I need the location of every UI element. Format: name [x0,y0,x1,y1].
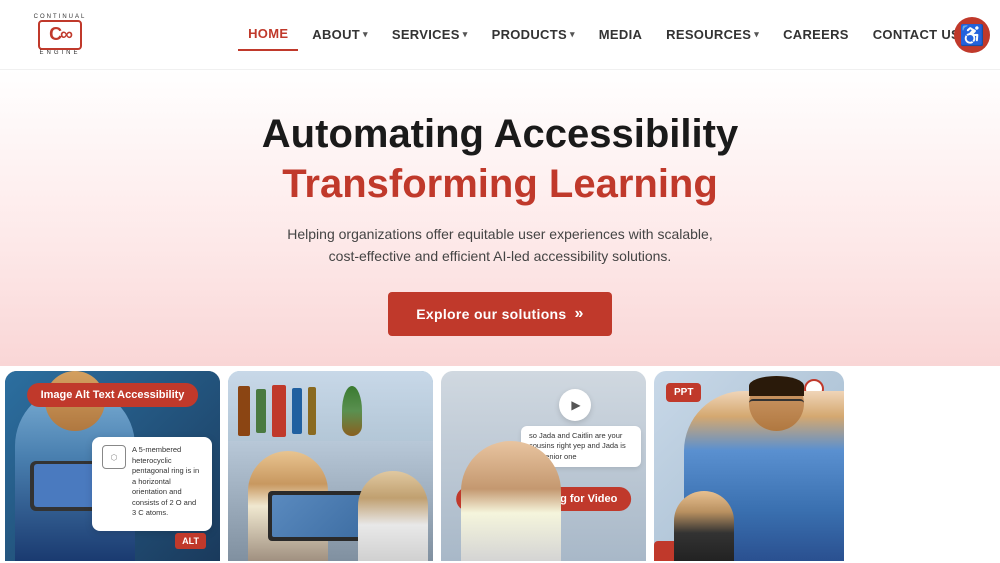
logo-top-text: CONTINUAL [34,14,87,20]
nav-item-products[interactable]: PRODUCTS ▾ [482,19,585,50]
logo-symbol-text: C∞ [49,24,71,45]
chevron-down-icon: ▾ [463,29,468,40]
hero-section: Automating Accessibility Transforming Le… [0,70,1000,366]
molecule-icon: ⬡ [102,445,126,469]
nav-item-services[interactable]: SERVICES ▾ [382,19,478,50]
tablet-device [30,461,100,511]
arrows-icon: » [575,305,584,323]
ppt-badge: PPT [666,383,701,402]
nav-link-services[interactable]: SERVICES ▾ [382,19,478,50]
nav-item-careers[interactable]: CAREERS [773,19,859,50]
explore-label: Explore our solutions [416,306,566,322]
glasses [749,399,804,414]
logo-bottom-text: ENGINE [39,50,80,56]
nav-links: HOME ABOUT ▾ SERVICES ▾ PRODUCTS ▾ MEDIA… [238,18,970,51]
bookshelf-area [228,371,433,451]
nav-link-products[interactable]: PRODUCTS ▾ [482,19,585,50]
nav-item-resources[interactable]: RESOURCES ▾ [656,19,769,50]
navbar: CONTINUAL C∞ ENGINE HOME ABOUT ▾ SERVICE… [0,0,1000,70]
chevron-down-icon: ▾ [570,29,575,40]
card-laptop [228,371,433,561]
nav-link-media[interactable]: MEDIA [589,19,652,50]
alt-text-content: A 5-membered heterocyclic pentagonal rin… [132,445,202,519]
nav-link-careers[interactable]: CAREERS [773,19,859,50]
card-closed-captioning: ▶ CC so Jada and Caitlin are your cousin… [441,371,646,561]
accessibility-icon: ♿ [960,23,985,48]
alt-icon-row: ⬡ A 5-membered heterocyclic pentagonal r… [102,445,202,519]
play-button: ▶ [559,389,591,421]
book3 [272,385,286,437]
book4 [292,388,302,434]
card1-overlay-label: Image Alt Text Accessibility [27,383,199,407]
hero-headline-1: Automating Accessibility [20,110,980,158]
chevron-down-icon: ▾ [754,29,759,40]
tablet-screen [34,464,96,507]
explore-solutions-button[interactable]: Explore our solutions » [388,292,611,336]
plant [342,386,362,436]
card2-bg [228,371,433,561]
play-icon: ▶ [571,398,580,412]
book2 [256,389,266,433]
alt-text-box: ⬡ A 5-membered heterocyclic pentagonal r… [92,437,212,531]
card3-bg: ▶ CC so Jada and Caitlin are your cousin… [441,371,646,561]
nav-link-about[interactable]: ABOUT ▾ [302,19,378,50]
small-person2 [674,491,734,561]
chevron-down-icon: ▾ [363,29,368,40]
nav-link-resources[interactable]: RESOURCES ▾ [656,19,769,50]
card4-bg: PPT [654,371,844,561]
logo-symbol: C∞ [38,20,82,50]
accessibility-button[interactable]: ♿ [954,17,990,53]
card-alt-text: Image Alt Text Accessibility ⬡ A 5-membe… [5,371,220,561]
alt-badge: ALT [175,533,206,549]
hair [749,376,804,396]
nav-item-media[interactable]: MEDIA [589,19,652,50]
cards-strip: Image Alt Text Accessibility ⬡ A 5-membe… [0,371,1000,561]
elderly-person2 [358,471,428,561]
logo[interactable]: CONTINUAL C∞ ENGINE [30,7,90,62]
book5 [308,387,316,435]
logo-image: CONTINUAL C∞ ENGINE [30,7,90,62]
elderly-person-card3 [461,441,561,561]
hero-headline-2: Transforming Learning [20,162,980,207]
nav-item-home[interactable]: HOME [238,18,298,51]
book1 [238,386,250,436]
nav-link-home[interactable]: HOME [238,18,298,51]
hero-subtext: Helping organizations offer equitable us… [280,223,720,268]
nav-item-about[interactable]: ABOUT ▾ [302,19,378,50]
card-ppt: PPT [654,371,844,561]
